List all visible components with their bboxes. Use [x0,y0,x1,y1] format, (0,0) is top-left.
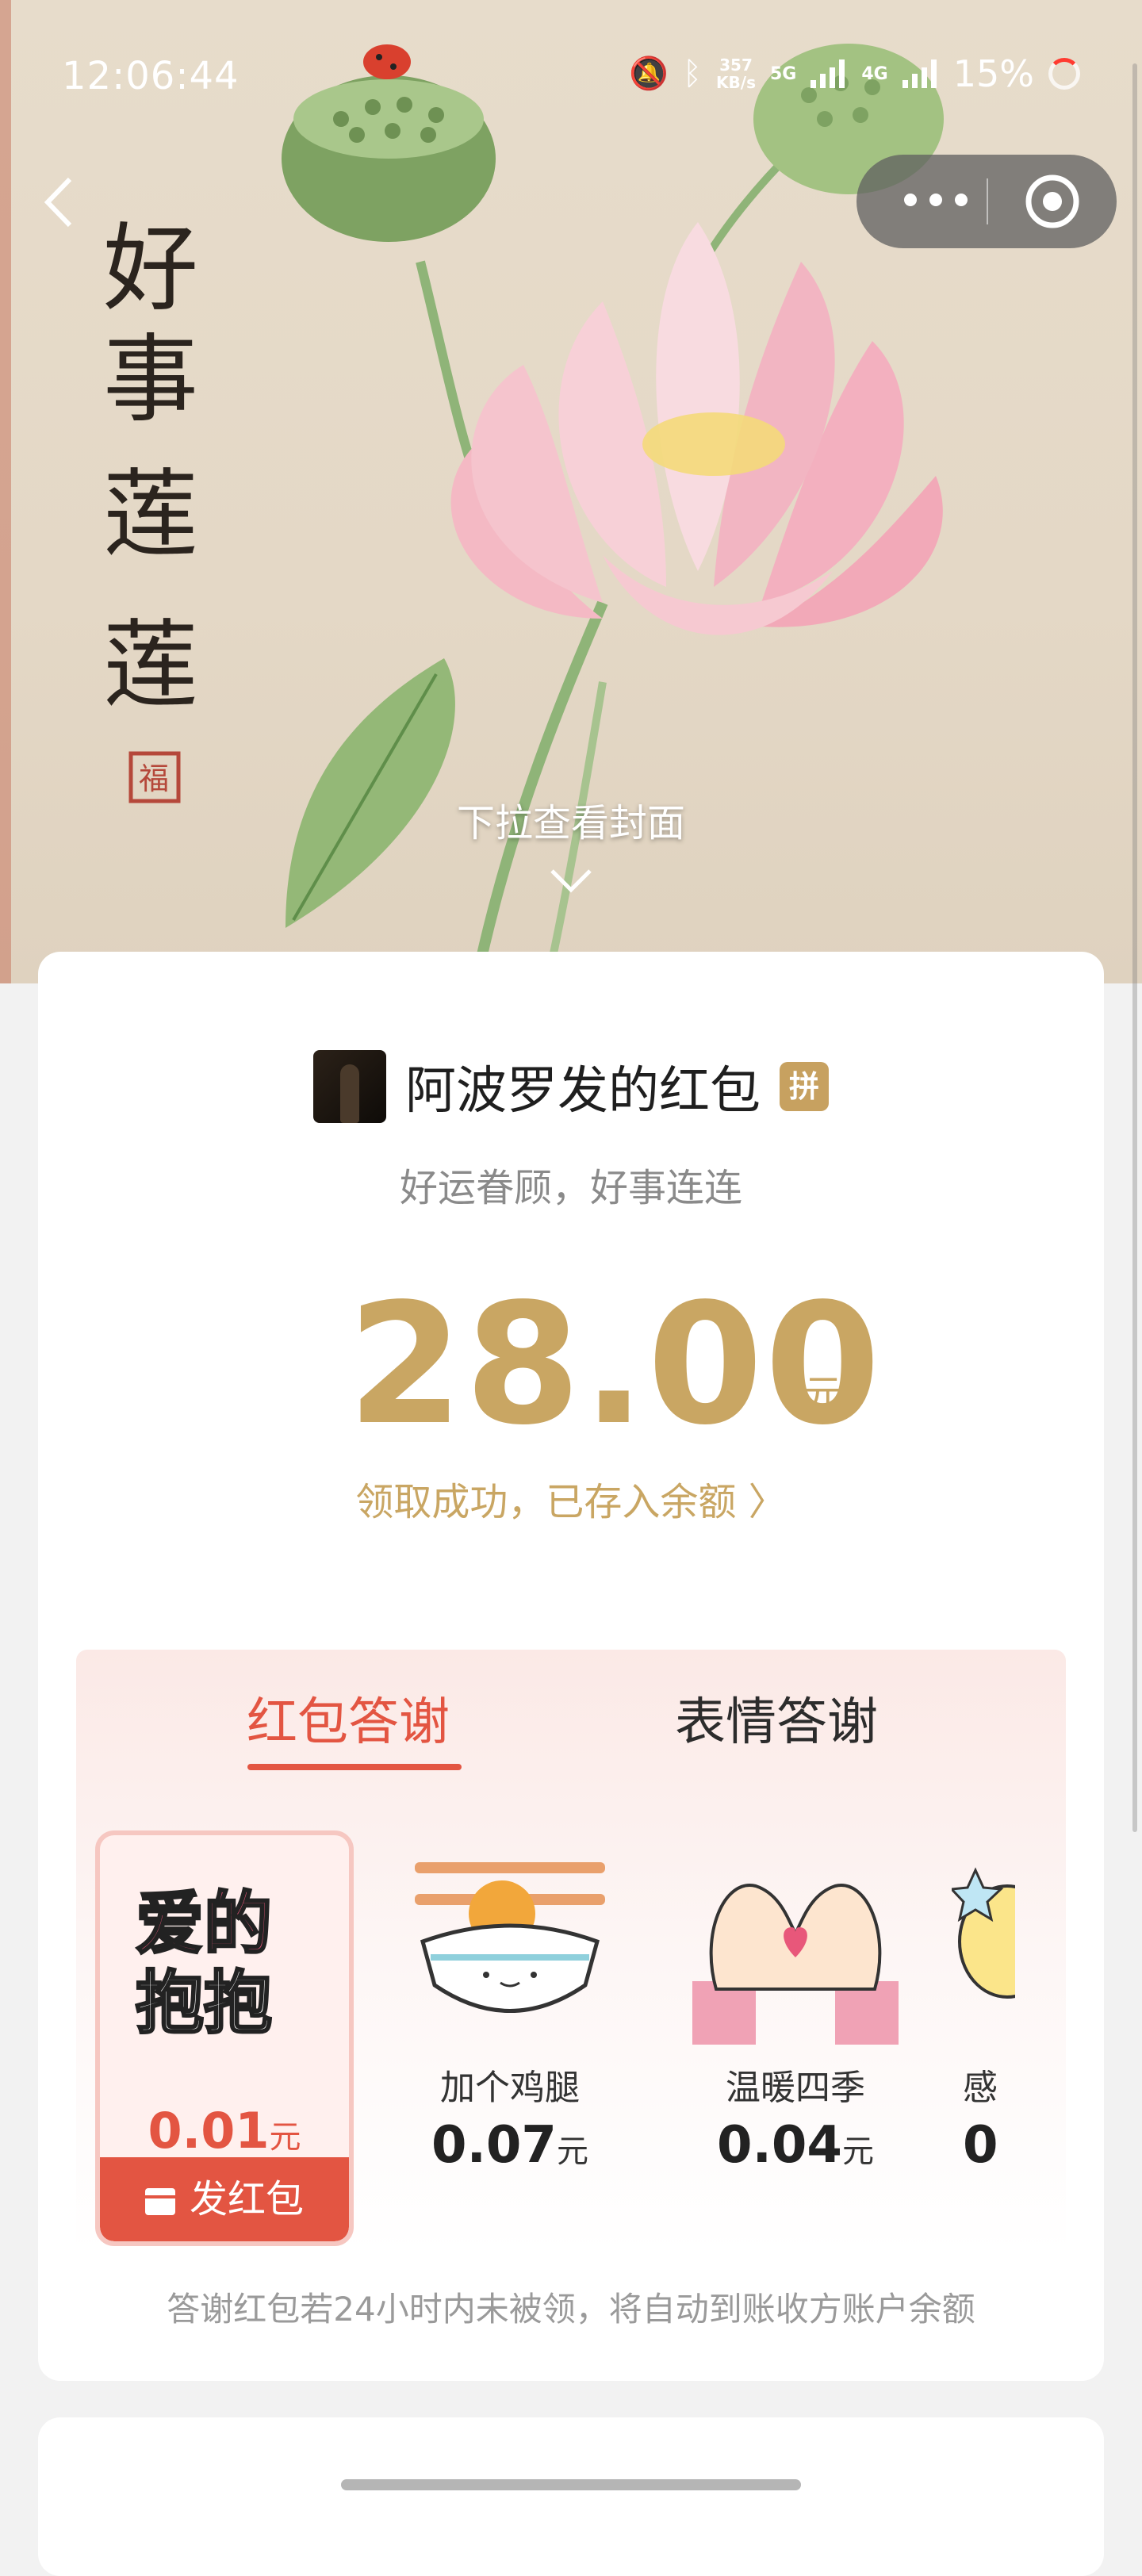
status-time: 12:06:44 [62,54,240,98]
cover-area[interactable]: 好 事 莲 莲 福 12:06:44 🔕 ᛒ 357 KB/s 5G 4G 15… [0,0,1142,983]
gift-price: 0.04元 [717,2116,874,2175]
amount-row: 28.00 元 [38,1267,1104,1462]
amount-unit: 元 [804,1372,843,1416]
hug-sticker-art: 爱的 抱抱 [135,1884,274,2045]
heart-hands-icon [692,1884,899,2045]
svg-text:莲: 莲 [103,611,198,721]
star-lemon-icon [952,1867,1015,1999]
secondary-card [38,2417,1104,2576]
gift-card-partial[interactable]: 感 0 [952,1830,1015,2175]
sender-row: 阿波罗发的红包 拼 [38,1050,1104,1123]
thanks-panel: 红包答谢 表情答谢 爱的 抱抱 0.01元 发红包 加个鸡腿 0.07元 温暖四… [76,1650,1066,2332]
tab-red-packet-thanks[interactable]: 红包答谢 [247,1681,450,1754]
speed-unit: KB/s [716,73,756,92]
gift-art-line-2: 抱抱 [136,1964,272,2043]
red-packet-card: 阿波罗发的红包 拼 好运眷顾，好事连连 28.00 元 领取成功，已存入余额 〉… [38,952,1104,2381]
gift-card-hug[interactable]: 爱的 抱抱 0.01元 发红包 [95,1830,354,2246]
send-red-packet-button[interactable]: 发红包 [100,2157,349,2241]
gift-price: 0.01元 [148,2102,301,2160]
home-indicator[interactable] [341,2479,801,2490]
net-type-4g: 4G [861,63,888,84]
avatar[interactable] [313,1050,386,1123]
network-speed: 357 KB/s [716,56,756,91]
gift-card-warm-seasons[interactable]: 温暖四季 0.04元 [666,1830,925,2175]
envelope-icon [144,2188,175,2215]
chevron-down-icon [550,869,592,893]
thanks-notice: 答谢红包若24小时内未被领，将自动到账收方账户余额 [167,2290,975,2329]
more-dots-icon[interactable] [896,180,975,220]
gift-name: 温暖四季 [726,2068,865,2108]
signal-icon [811,59,845,88]
svg-text:好: 好 [103,214,198,324]
send-button-label: 发红包 [189,2177,304,2221]
received-balance-link[interactable]: 领取成功，已存入余额 〉 [38,1470,1104,1526]
status-bar: 12:06:44 🔕 ᛒ 357 KB/s 5G 4G 15% [0,48,1142,111]
blessing-text: 好运眷顾，好事连连 [399,1166,742,1210]
speed-value: 357 [719,56,753,75]
scrollbar[interactable] [1132,63,1137,1832]
gift-card-drumstick[interactable]: 加个鸡腿 0.07元 [381,1830,639,2175]
chevron-left-icon[interactable] [40,174,79,230]
mini-program-capsule [856,155,1117,248]
tab-sticker-thanks[interactable]: 表情答谢 [675,1681,878,1754]
mute-bell-icon: 🔕 [629,56,669,92]
amount-value: 28.00 [347,1267,883,1462]
rice-bowl-drumstick-icon [415,1862,605,2013]
gift-art-line-1: 爱的 [136,1884,272,1964]
battery-ring-icon [1048,58,1080,90]
pull-down-hint: 下拉查看封面 [456,801,685,845]
tab-active-underline [247,1764,462,1770]
gift-name: 加个鸡腿 [440,2068,580,2108]
svg-text:事: 事 [103,325,198,435]
net-type-5g: 5G [770,63,797,84]
bluetooth-icon: ᛒ [683,56,703,92]
svg-text:莲: 莲 [103,460,198,570]
sender-name: 阿波罗发的红包 [405,1062,761,1121]
gift-price: 0.07元 [431,2116,588,2175]
pin-badge: 拼 [780,1062,829,1111]
gift-price: 0 [963,2116,998,2175]
battery-percent: 15% [952,52,1034,95]
target-circle-icon[interactable] [1023,172,1082,231]
signal-icon [902,59,937,88]
gift-name: 感 [963,2068,998,2108]
capsule-divider [987,178,988,224]
